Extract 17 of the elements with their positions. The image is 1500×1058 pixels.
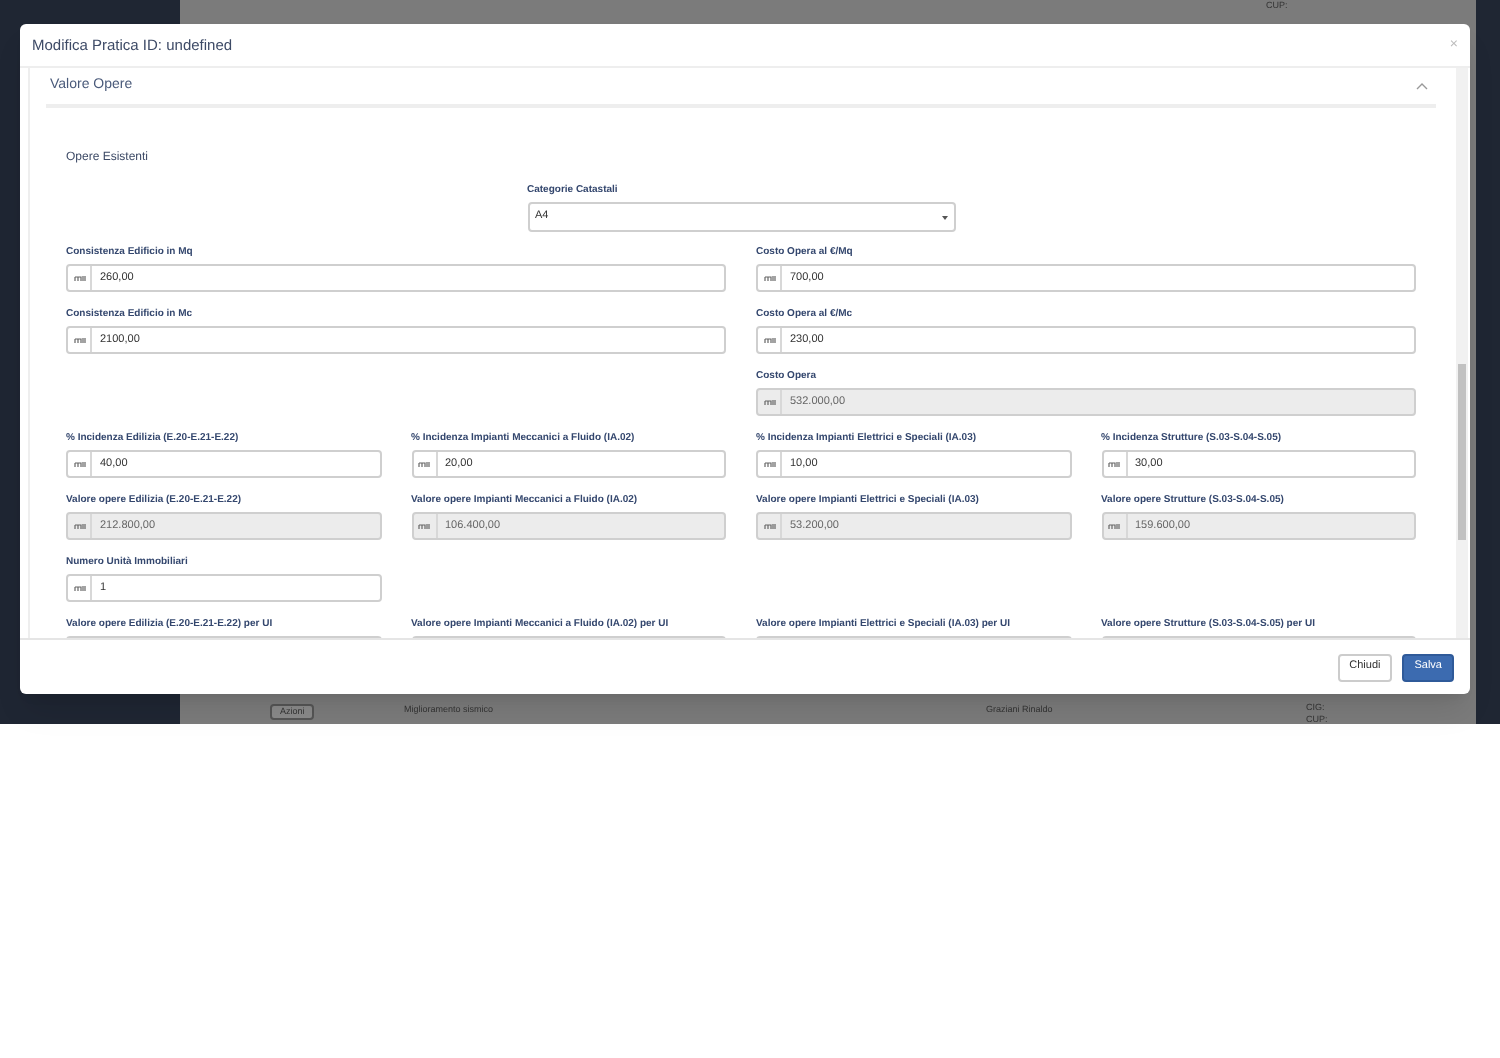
unit-icon bbox=[1108, 522, 1120, 530]
unit-icon bbox=[763, 274, 775, 282]
unit-icon bbox=[73, 274, 85, 282]
unit-icon bbox=[73, 584, 85, 592]
unit-icon bbox=[418, 460, 430, 468]
unit-icon bbox=[73, 522, 85, 530]
unit-icon bbox=[763, 336, 775, 344]
unit-icon bbox=[1108, 460, 1120, 468]
unit-icon bbox=[763, 460, 775, 468]
unit-icon bbox=[418, 522, 430, 530]
unit-icon bbox=[73, 460, 85, 468]
unit-icon bbox=[73, 336, 85, 344]
unit-icon bbox=[763, 522, 775, 530]
unit-icon bbox=[763, 398, 775, 406]
dropdown-caret-icon bbox=[941, 215, 947, 219]
chevron-icon[interactable] bbox=[1416, 82, 1428, 90]
scrollbar[interactable] bbox=[1456, 68, 1468, 638]
